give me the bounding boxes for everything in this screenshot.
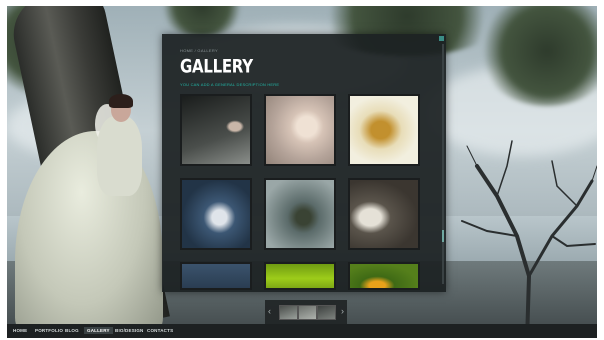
menu-item-home[interactable]: HOME xyxy=(13,328,27,333)
bride-hair xyxy=(109,94,133,108)
menu-item-gallery[interactable]: GALLERY xyxy=(84,327,113,334)
chevron-left-icon[interactable]: ‹ xyxy=(268,307,271,316)
gallery-thumbnail[interactable] xyxy=(264,178,336,250)
gallery-thumbnail[interactable] xyxy=(180,262,252,290)
gallery-thumbnail[interactable] xyxy=(348,94,420,166)
gallery-thumbnail[interactable] xyxy=(180,94,252,166)
chevron-right-icon[interactable]: › xyxy=(341,307,344,316)
strip-thumbnail[interactable] xyxy=(317,305,336,320)
menu-item-bio-design[interactable]: BIO/DESIGN xyxy=(115,328,144,333)
menu-item-portfolio[interactable]: PORTFOLIO xyxy=(35,328,63,333)
bare-tree xyxy=(461,140,597,334)
page-title: GALLERY xyxy=(180,55,253,78)
gallery-thumbnail[interactable] xyxy=(264,94,336,166)
gallery-thumbnail[interactable] xyxy=(348,262,420,290)
menu-item-contacts[interactable]: CONTACTS xyxy=(147,328,173,333)
gallery-panel: HOME / GALLERY GALLERY YOU CAN ADD A GEN… xyxy=(162,34,446,292)
strip-thumbnail[interactable] xyxy=(279,305,298,320)
scrollbar-track[interactable] xyxy=(442,44,444,284)
close-icon[interactable] xyxy=(439,36,444,41)
thumbnail-strip: ‹ › xyxy=(265,300,347,324)
breadcrumb[interactable]: HOME / GALLERY xyxy=(180,48,218,53)
main-menu: HOME PORTFOLIO BLOG GALLERY BIO/DESIGN C… xyxy=(7,324,597,338)
gallery-thumbnail[interactable] xyxy=(180,178,252,250)
bride-torso xyxy=(97,116,142,196)
gallery-thumbnail[interactable] xyxy=(348,178,420,250)
menu-item-blog[interactable]: BLOG xyxy=(65,328,79,333)
scrollbar-thumb[interactable] xyxy=(442,230,444,242)
page-subtitle: YOU CAN ADD A GENERAL DESCRIPTION HERE xyxy=(180,82,280,87)
gallery-thumbnail[interactable] xyxy=(264,262,336,290)
strip-thumbnail[interactable] xyxy=(298,305,317,320)
